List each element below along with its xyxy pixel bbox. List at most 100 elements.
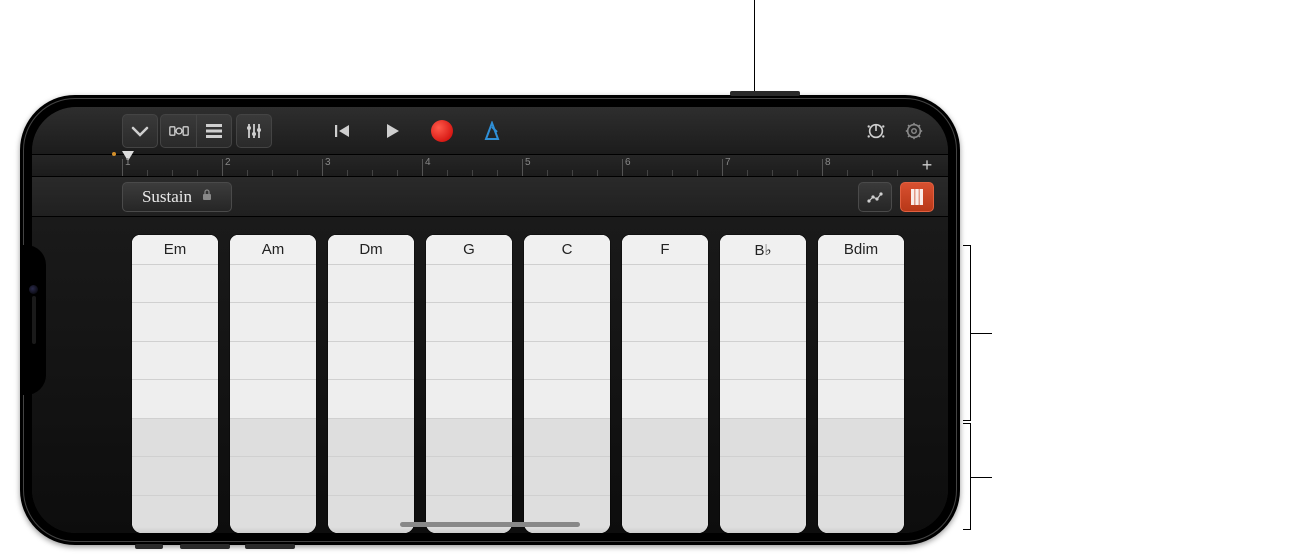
strip-segment[interactable] [230, 342, 316, 380]
instrument-controls: Sustain [32, 177, 948, 217]
bar-number: 6 [625, 157, 631, 168]
chord-strip[interactable]: Bdim [818, 235, 904, 533]
strip-segment[interactable] [426, 342, 512, 380]
chevron-down-icon [130, 121, 150, 141]
strip-segment[interactable] [622, 303, 708, 341]
chord-strip[interactable]: C [524, 235, 610, 533]
strip-segment[interactable] [230, 380, 316, 418]
strip-segment[interactable] [524, 419, 610, 457]
strip-segment[interactable] [818, 303, 904, 341]
transport-toolbar [32, 107, 948, 155]
strip-segment[interactable] [524, 457, 610, 495]
strip-segment[interactable] [818, 380, 904, 418]
strip-segment[interactable] [426, 457, 512, 495]
strip-segment[interactable] [426, 380, 512, 418]
bar-number: 8 [825, 157, 831, 168]
sustain-button[interactable]: Sustain [122, 182, 232, 212]
strip-segment[interactable] [524, 303, 610, 341]
track-controls-button[interactable] [236, 114, 272, 148]
strip-segment[interactable] [622, 265, 708, 303]
settings-gear-icon [904, 121, 924, 141]
strip-segment[interactable] [426, 303, 512, 341]
strip-segment[interactable] [132, 342, 218, 380]
strip-segment[interactable] [132, 265, 218, 303]
chord-label: Bdim [818, 235, 904, 265]
chord-strip[interactable]: G [426, 235, 512, 533]
chord-label: B♭ [720, 235, 806, 265]
strip-segment[interactable] [328, 303, 414, 341]
strip-segment[interactable] [524, 265, 610, 303]
volume-up-button [180, 544, 230, 549]
song-settings-button[interactable] [896, 114, 932, 148]
strip-segment[interactable] [622, 457, 708, 495]
metronome-button[interactable] [474, 114, 510, 148]
strip-segment[interactable] [328, 457, 414, 495]
strip-segment[interactable] [524, 496, 610, 533]
timeline-ruler[interactable]: 1 2 3 4 5 6 7 8 + [32, 155, 948, 177]
strip-segment[interactable] [622, 496, 708, 533]
screen: 1 2 3 4 5 6 7 8 + Sustain [32, 107, 948, 533]
strip-segment[interactable] [132, 496, 218, 533]
strip-segment[interactable] [622, 342, 708, 380]
strip-segment[interactable] [426, 419, 512, 457]
strip-segment[interactable] [818, 457, 904, 495]
chord-label: Am [230, 235, 316, 265]
strip-segment[interactable] [230, 303, 316, 341]
strip-segment[interactable] [622, 419, 708, 457]
strip-segment[interactable] [818, 496, 904, 533]
browser-button[interactable] [160, 114, 196, 148]
strip-segment[interactable] [230, 496, 316, 533]
strip-segment[interactable] [720, 419, 806, 457]
add-section-button[interactable]: + [916, 155, 938, 176]
chord-strip[interactable]: F [622, 235, 708, 533]
strip-segment[interactable] [230, 419, 316, 457]
strip-segment[interactable] [818, 419, 904, 457]
strip-segment[interactable] [132, 419, 218, 457]
strip-segment[interactable] [132, 457, 218, 495]
chord-strip[interactable]: B♭ [720, 235, 806, 533]
strip-segment[interactable] [720, 457, 806, 495]
transport-controls [324, 114, 510, 148]
home-indicator[interactable] [400, 522, 580, 527]
tracks-button[interactable] [196, 114, 232, 148]
annotation-bracket-upper [963, 245, 971, 421]
strip-segment[interactable] [426, 496, 512, 533]
strip-segment[interactable] [524, 380, 610, 418]
my-songs-button[interactable] [122, 114, 158, 148]
strip-segment[interactable] [328, 419, 414, 457]
strip-segment[interactable] [328, 265, 414, 303]
scale-button[interactable] [858, 182, 892, 212]
strip-segment[interactable] [426, 265, 512, 303]
record-button[interactable] [424, 114, 460, 148]
strip-segment[interactable] [720, 303, 806, 341]
strip-segment[interactable] [328, 380, 414, 418]
chord-strip[interactable]: Am [230, 235, 316, 533]
chord-label: Em [132, 235, 218, 265]
strip-segment[interactable] [622, 380, 708, 418]
phone-frame: 1 2 3 4 5 6 7 8 + Sustain [20, 95, 960, 545]
track-settings-button[interactable] [858, 114, 894, 148]
strip-segment[interactable] [328, 342, 414, 380]
strip-segment[interactable] [818, 342, 904, 380]
chord-strip[interactable]: Dm [328, 235, 414, 533]
strip-segment[interactable] [720, 496, 806, 533]
strip-segment[interactable] [720, 265, 806, 303]
cycle-indicator [112, 152, 116, 156]
mute-switch [135, 544, 163, 549]
play-button[interactable] [374, 114, 410, 148]
strip-segment[interactable] [230, 265, 316, 303]
strip-segment[interactable] [818, 265, 904, 303]
bar-number: 4 [425, 157, 431, 168]
bar-number: 1 [125, 157, 131, 168]
strip-segment[interactable] [230, 457, 316, 495]
chord-strips-button[interactable] [900, 182, 934, 212]
strip-segment[interactable] [720, 380, 806, 418]
go-to-beginning-button[interactable] [324, 114, 360, 148]
strip-segment[interactable] [132, 303, 218, 341]
fx-knob-icon [866, 121, 886, 141]
strip-segment[interactable] [524, 342, 610, 380]
strip-segment[interactable] [328, 496, 414, 533]
strip-segment[interactable] [132, 380, 218, 418]
strip-segment[interactable] [720, 342, 806, 380]
chord-strip[interactable]: Em [132, 235, 218, 533]
